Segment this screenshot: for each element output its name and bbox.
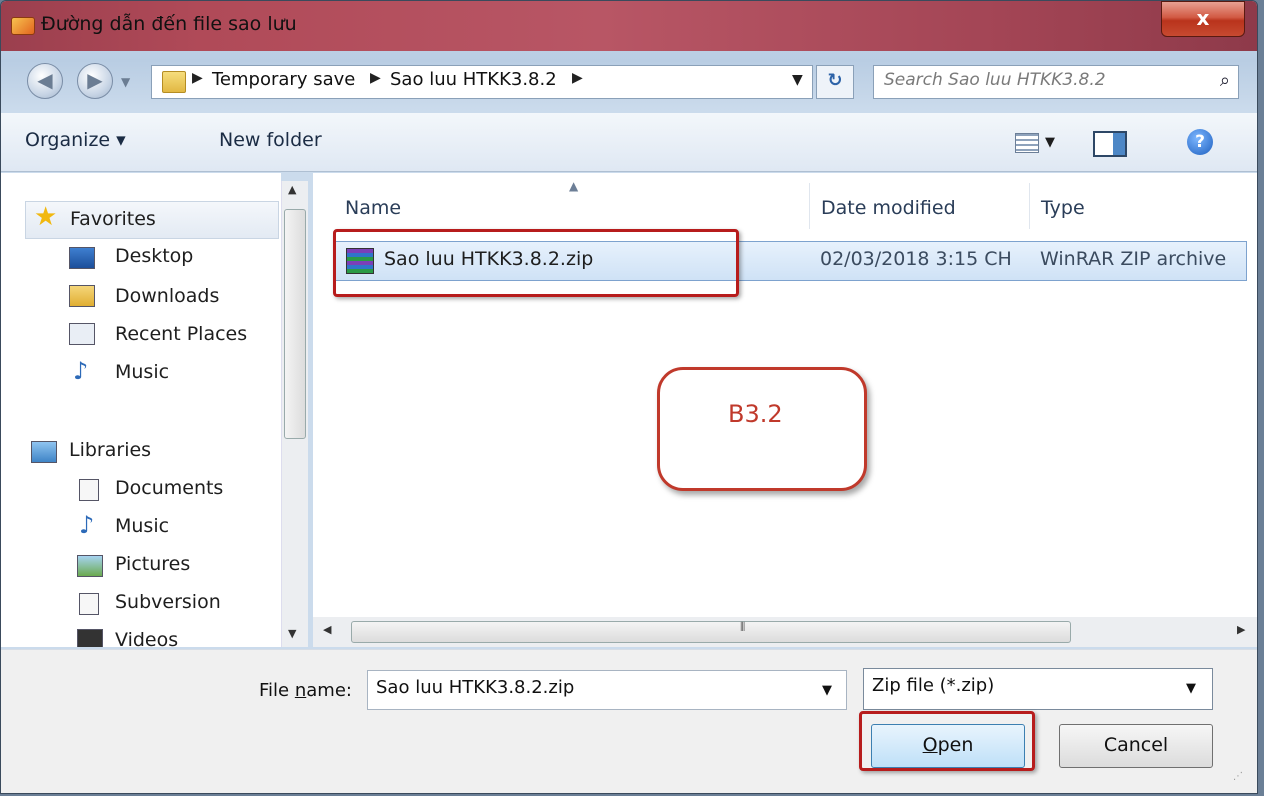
cancel-label: Cancel bbox=[1103, 734, 1169, 756]
forward-button[interactable]: ▶ bbox=[77, 63, 113, 99]
music-icon: ♪ bbox=[73, 357, 89, 385]
close-button[interactable]: x bbox=[1161, 1, 1245, 37]
column-divider[interactable] bbox=[1029, 183, 1030, 229]
preview-pane-icon[interactable] bbox=[1093, 131, 1127, 157]
scrollbar-thumb[interactable] bbox=[284, 209, 306, 439]
view-icon[interactable] bbox=[1015, 133, 1039, 153]
column-header-name[interactable]: Name bbox=[345, 197, 401, 219]
downloads-icon bbox=[69, 285, 95, 307]
callout-text: B3.2 bbox=[728, 400, 783, 428]
back-button[interactable]: ◀ bbox=[27, 63, 63, 99]
recent-pages-dropdown[interactable]: ▼ bbox=[121, 75, 130, 89]
organize-button[interactable]: Organize ▾ bbox=[25, 129, 126, 151]
documents-icon bbox=[79, 479, 99, 501]
highlight-box-file bbox=[333, 229, 739, 297]
chevron-down-icon[interactable]: ▼ bbox=[1186, 681, 1196, 696]
star-icon: ★ bbox=[34, 202, 58, 232]
sidebar-item-label: Recent Places bbox=[115, 323, 248, 345]
grip-icon: ⦀ bbox=[740, 620, 746, 634]
file-type-select[interactable]: Zip file (*.zip) ▼ bbox=[863, 668, 1213, 710]
navigation-scrollbar[interactable]: ▲ ▼ bbox=[281, 181, 308, 647]
subversion-icon bbox=[79, 593, 99, 615]
chevron-right-icon[interactable]: ▶ bbox=[572, 70, 583, 86]
cancel-button[interactable]: Cancel bbox=[1059, 724, 1213, 768]
pictures-icon bbox=[77, 555, 103, 577]
column-divider[interactable] bbox=[809, 183, 810, 229]
chevron-right-icon[interactable]: ▶ bbox=[192, 70, 203, 86]
scroll-up-arrow[interactable]: ▲ bbox=[288, 183, 296, 196]
sidebar-item-label: Music bbox=[115, 361, 170, 383]
desktop-icon bbox=[69, 247, 95, 269]
search-placeholder: Search Sao luu HTKK3.8.2 bbox=[884, 70, 1106, 90]
search-input[interactable]: Search Sao luu HTKK3.8.2 ⌕ bbox=[873, 65, 1239, 99]
music-icon: ♪ bbox=[79, 511, 95, 539]
help-icon[interactable]: ? bbox=[1187, 129, 1213, 155]
address-dropdown[interactable]: ▼ bbox=[792, 72, 803, 88]
back-icon: ◀ bbox=[37, 68, 53, 92]
command-bar: Organize ▾ New folder ▼ ? bbox=[1, 113, 1257, 172]
sidebar-item-favorites[interactable]: ★ Favorites bbox=[25, 201, 279, 239]
column-header-date[interactable]: Date modified bbox=[821, 197, 956, 219]
label-part: File bbox=[259, 680, 295, 701]
videos-icon bbox=[77, 629, 103, 647]
horizontal-scrollbar[interactable]: ◀ ⦀ ▶ bbox=[313, 617, 1257, 647]
forward-icon: ▶ bbox=[87, 68, 103, 92]
breadcrumb-temporary-save[interactable]: Temporary save bbox=[212, 69, 355, 90]
chevron-right-icon[interactable]: ▶ bbox=[370, 70, 381, 86]
file-name-field[interactable]: Sao luu HTKK3.8.2.zip ▼ bbox=[367, 670, 847, 710]
sidebar-item-label: Desktop bbox=[115, 245, 194, 267]
sidebar-item-label: Libraries bbox=[69, 439, 152, 461]
sidebar-item-label: Downloads bbox=[115, 285, 220, 307]
title-bar[interactable]: Đường dẫn đến file sao lưu x bbox=[1, 1, 1257, 51]
refresh-icon: ↻ bbox=[827, 70, 843, 91]
sidebar-item-videos[interactable]: Videos bbox=[1, 621, 281, 647]
libraries-icon bbox=[31, 441, 57, 463]
close-icon: x bbox=[1196, 6, 1210, 30]
sidebar-item-label: Documents bbox=[115, 477, 224, 499]
window-title: Đường dẫn đến file sao lưu bbox=[41, 13, 297, 35]
file-name-label: File name: bbox=[259, 680, 352, 701]
column-header-type[interactable]: Type bbox=[1041, 197, 1085, 219]
scroll-right-arrow[interactable]: ▶ bbox=[1237, 623, 1245, 636]
view-dropdown[interactable]: ▼ bbox=[1045, 135, 1055, 150]
scroll-left-arrow[interactable]: ◀ bbox=[323, 623, 331, 636]
recent-places-icon bbox=[69, 323, 95, 345]
breadcrumb-sao-luu[interactable]: Sao luu HTKK3.8.2 bbox=[390, 69, 557, 90]
file-type: WinRAR ZIP archive bbox=[1040, 248, 1227, 270]
address-bar-row: ◀ ▶ ▼ ▶ Temporary save ▶ Sao luu HTKK3.8… bbox=[1, 51, 1257, 111]
sidebar-item-label: Pictures bbox=[115, 553, 191, 575]
sidebar-item-label: Favorites bbox=[70, 208, 156, 230]
callout-bubble: B3.2 bbox=[657, 367, 867, 491]
file-open-dialog: Đường dẫn đến file sao lưu x ◀ ▶ ▼ ▶ Tem… bbox=[0, 0, 1258, 794]
scrollbar-thumb[interactable]: ⦀ bbox=[351, 620, 1071, 643]
file-name-value: Sao luu HTKK3.8.2.zip bbox=[376, 677, 575, 698]
new-folder-button[interactable]: New folder bbox=[219, 129, 322, 151]
highlight-box-open bbox=[859, 711, 1035, 771]
breadcrumb[interactable]: ▶ Temporary save ▶ Sao luu HTKK3.8.2 ▶ ▼ bbox=[151, 65, 813, 99]
app-icon bbox=[11, 17, 35, 35]
file-type-value: Zip file (*.zip) bbox=[872, 675, 995, 696]
refresh-button[interactable]: ↻ bbox=[816, 65, 854, 99]
sort-ascending-icon: ▲ bbox=[569, 179, 579, 193]
sidebar-item-label: Videos bbox=[115, 629, 179, 647]
label-part: ame: bbox=[306, 680, 352, 701]
scroll-down-arrow[interactable]: ▼ bbox=[288, 627, 296, 640]
folder-icon bbox=[162, 71, 186, 93]
dialog-footer: File name: Sao luu HTKK3.8.2.zip ▼ Zip f… bbox=[1, 649, 1257, 793]
search-icon[interactable]: ⌕ bbox=[1220, 70, 1230, 91]
file-date: 02/03/2018 3:15 CH bbox=[820, 248, 1012, 270]
resize-grip-icon[interactable]: ⋰ bbox=[1233, 771, 1243, 782]
sidebar-item-label: Music bbox=[115, 515, 170, 537]
chevron-down-icon[interactable]: ▼ bbox=[822, 683, 832, 698]
label-accesskey: n bbox=[294, 680, 307, 701]
sidebar-item-label: Subversion bbox=[115, 591, 221, 613]
